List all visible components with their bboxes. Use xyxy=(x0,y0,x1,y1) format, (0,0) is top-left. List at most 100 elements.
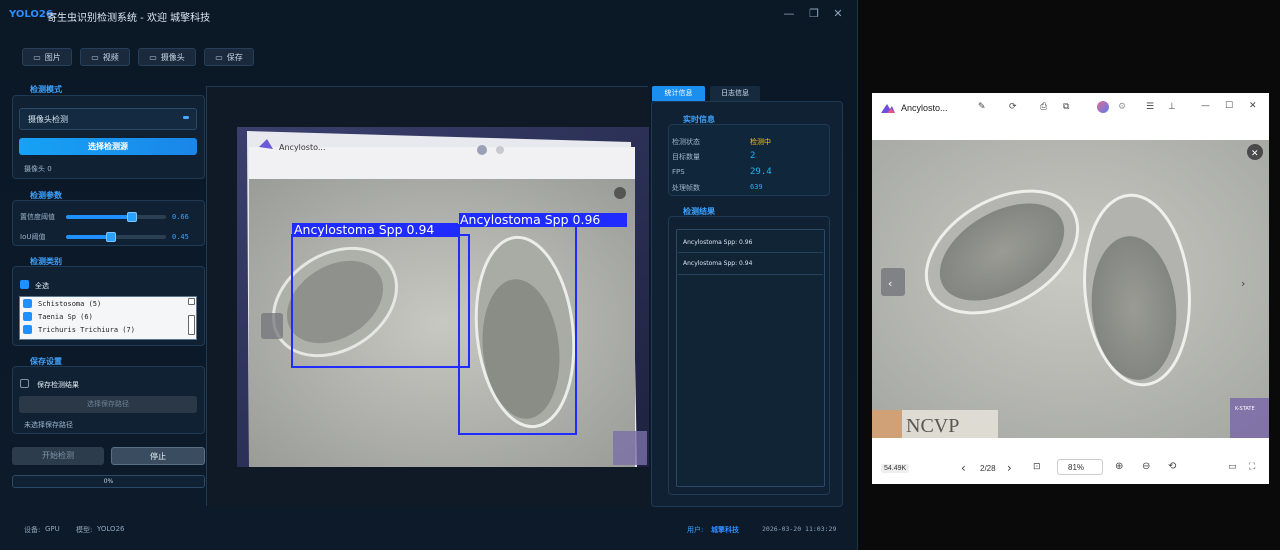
select-all-label: 全选 xyxy=(35,282,49,290)
image-button[interactable]: ▭ 图片 xyxy=(22,48,72,66)
zoom-out-icon[interactable]: ⊖ xyxy=(1142,461,1150,472)
detection-app-window: YOLO26 寄生虫识别检测系统 - 欢迎 城擎科技 — ❐ ✕ ▭ 图片 ▭ … xyxy=(0,0,858,550)
close-button[interactable]: ✕ xyxy=(830,7,846,20)
svg-text:‹: ‹ xyxy=(888,277,892,290)
save-button[interactable]: ▭ 保存 xyxy=(204,48,254,66)
zoom-value: 81% xyxy=(1068,463,1085,472)
video-button-label: 视频 xyxy=(102,52,119,62)
copy-icon[interactable]: ⧉ xyxy=(1063,102,1069,112)
result-item[interactable]: Ancylostoma Spp: 0.94 xyxy=(683,260,752,267)
print-icon[interactable]: ⎙ xyxy=(1040,102,1047,112)
inner-prev-arrow-icon xyxy=(261,313,283,339)
result-item[interactable]: Ancylostoma Spp: 0.96 xyxy=(683,239,752,246)
prev-page-icon[interactable]: ‹ xyxy=(961,461,966,475)
class-list[interactable]: Schistosoma (5) Taenia Sp (6) Trichuris … xyxy=(19,296,197,340)
device-value: GPU xyxy=(45,525,60,533)
frames-value: 639 xyxy=(750,183,763,191)
zoom-in-icon[interactable]: ⊕ xyxy=(1115,461,1123,472)
prev-image-icon[interactable] xyxy=(881,268,905,296)
ncvp-watermark: NCVP xyxy=(906,415,959,437)
datetime: 2026-03-20 11:03:29 xyxy=(762,525,837,533)
settings-icon[interactable]: ⚙ xyxy=(1118,102,1126,112)
conf-value: 0.66 xyxy=(172,213,189,221)
save-button-label: 保存 xyxy=(226,52,243,62)
camera-status: 摄像头 0 xyxy=(24,165,52,173)
path-status: 未选择保存路径 xyxy=(24,421,73,429)
fit-size-icon[interactable]: ⊡ xyxy=(1033,462,1041,472)
video-button[interactable]: ▭ 视频 xyxy=(80,48,130,66)
stop-button[interactable]: 停止 xyxy=(111,447,205,465)
device-label: 设备: xyxy=(24,526,41,534)
inner-close-icon xyxy=(614,187,626,199)
user-value: 城擎科技 xyxy=(711,526,739,534)
file-size: 54.49K xyxy=(881,464,910,473)
iou-value: 0.45 xyxy=(172,233,189,241)
target-count-key: 目标数量 xyxy=(672,153,700,161)
save-results-checkbox[interactable] xyxy=(20,379,29,388)
window-mode-icon[interactable]: ▭ xyxy=(1228,462,1237,472)
conf-slider-fill xyxy=(66,215,132,219)
image-icon: ▭ xyxy=(33,52,41,62)
viewer-minimize-button[interactable]: — xyxy=(1201,101,1210,111)
camera-button[interactable]: ▭ 摄像头 xyxy=(138,48,196,66)
avatar-icon[interactable] xyxy=(1097,101,1109,113)
fullscreen-icon[interactable]: ⛶ xyxy=(1249,462,1255,472)
save-icon: ▭ xyxy=(215,52,223,62)
video-display: Ancylosto... Ancylostoma Spp 0.94 Ancylo… xyxy=(206,86,649,507)
choose-path-button[interactable]: 选择保存路径 xyxy=(19,396,197,413)
next-image-icon[interactable]: › xyxy=(1241,277,1245,290)
select-source-button[interactable]: 选择检测源 xyxy=(19,138,197,155)
viewer-title: Ancylosto... xyxy=(901,103,948,113)
detect-mode-select[interactable]: 摄像头检测 xyxy=(19,108,197,130)
iou-slider-handle[interactable] xyxy=(106,232,116,242)
zoom-select[interactable]: 81% xyxy=(1057,459,1103,475)
target-count-value: 2 xyxy=(750,151,756,161)
svg-text:✕: ✕ xyxy=(1251,149,1259,159)
detect-mode-value: 摄像头检测 xyxy=(28,115,68,124)
status-key: 检测状态 xyxy=(672,138,700,146)
detect-mode-title: 检测模式 xyxy=(30,85,62,94)
tab-statistics[interactable]: 统计信息 xyxy=(652,86,705,101)
class-checkbox[interactable] xyxy=(23,299,32,308)
model-label: 模型: xyxy=(76,526,93,534)
detection-label: Ancylostoma Spp 0.94 xyxy=(294,222,434,237)
kstate-logo xyxy=(1230,398,1269,438)
viewer-maximize-button[interactable]: ☐ xyxy=(1225,101,1233,111)
user-label: 用户: xyxy=(687,526,704,534)
select-all-checkbox[interactable] xyxy=(20,280,29,289)
class-item: Schistosoma (5) xyxy=(38,300,102,308)
menu-icon[interactable]: ☰ xyxy=(1146,102,1154,112)
inner-avatar-icon xyxy=(477,145,487,155)
result-divider xyxy=(678,252,823,253)
page-indicator: 2/28 xyxy=(980,464,996,473)
model-value: YOLO26 xyxy=(97,525,125,533)
pin-icon[interactable]: ⊥ xyxy=(1168,102,1176,112)
maximize-button[interactable]: ❐ xyxy=(806,7,822,20)
kstate-logo xyxy=(613,431,647,465)
minimize-button[interactable]: — xyxy=(781,7,797,20)
progress-text: 0% xyxy=(103,478,114,485)
edit-icon[interactable]: ✎ xyxy=(978,102,986,112)
start-detect-button[interactable]: 开始检测 xyxy=(12,447,104,465)
rotate-image-icon[interactable]: ⟲ xyxy=(1168,461,1176,472)
camera-button-label: 摄像头 xyxy=(160,52,185,62)
rotate-icon[interactable]: ⟳ xyxy=(1009,102,1017,112)
next-page-icon[interactable]: › xyxy=(1007,461,1012,475)
list-scrollbar[interactable] xyxy=(188,315,195,335)
microscope-image: NCVP K-STATE ✕ ‹ › xyxy=(872,140,1269,438)
viewer-close-button[interactable]: ✕ xyxy=(1249,101,1257,111)
class-checkbox[interactable] xyxy=(23,312,32,321)
result-divider xyxy=(678,274,823,275)
kstate-logo-text: K-STATE xyxy=(1235,406,1255,412)
status-value: 检测中 xyxy=(750,138,771,146)
iou-slider-fill xyxy=(66,235,111,239)
tab-logs[interactable]: 日志信息 xyxy=(710,86,760,101)
results-list[interactable]: Ancylostoma Spp: 0.96 Ancylostoma Spp: 0… xyxy=(676,229,825,487)
inner-viewer-title: Ancylosto... xyxy=(279,143,325,152)
frames-key: 处理帧数 xyxy=(672,184,700,192)
conf-slider-handle[interactable] xyxy=(127,212,137,222)
image-button-label: 图片 xyxy=(44,52,61,62)
class-checkbox[interactable] xyxy=(23,325,32,334)
title-bar: YOLO26 寄生虫识别检测系统 - 欢迎 城擎科技 — ❐ ✕ xyxy=(0,0,858,30)
fps-value: 29.4 xyxy=(750,167,772,177)
